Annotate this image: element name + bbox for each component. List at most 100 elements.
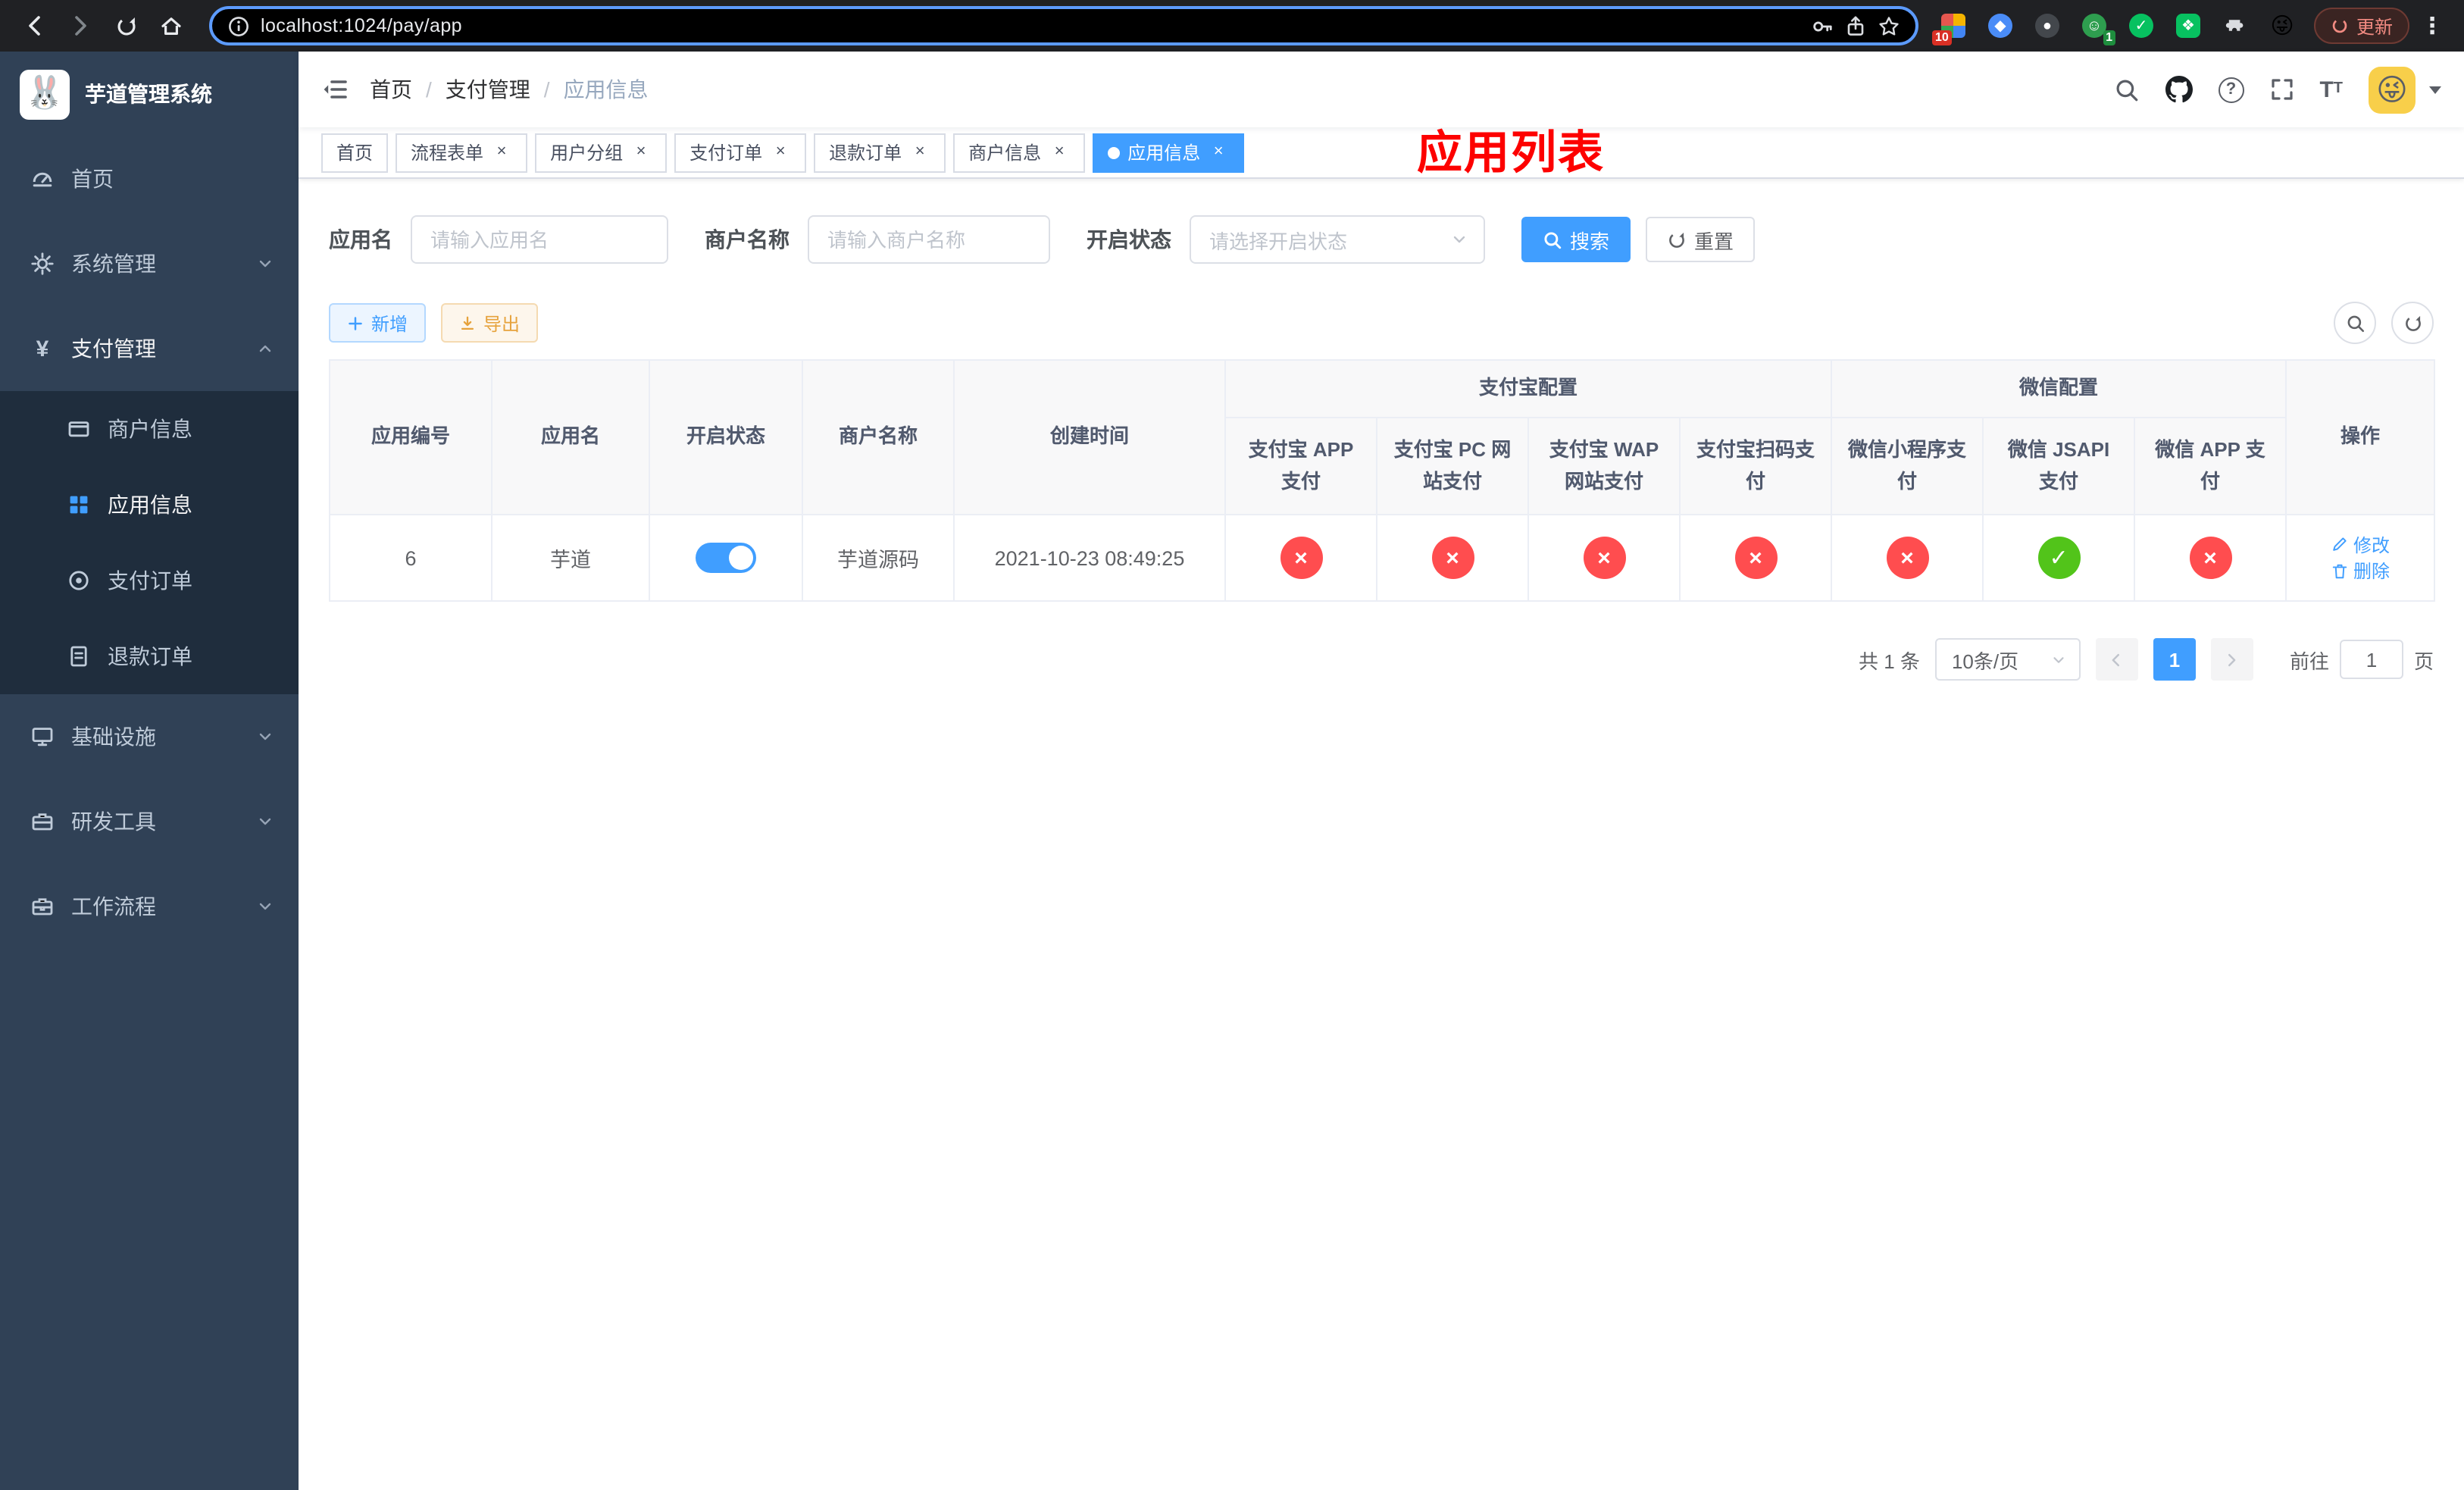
- close-icon[interactable]: ×: [1208, 142, 1229, 163]
- avatar-caret-icon[interactable]: [2429, 86, 2441, 93]
- browser-back-button[interactable]: [15, 6, 55, 45]
- cell-alipay-wap: ×: [1527, 514, 1681, 602]
- sidebar-item-label: 基础设施: [71, 725, 156, 749]
- extension-avatar-icon[interactable]: ☺ 1: [2078, 9, 2115, 45]
- col-header-merchant: 商户名称: [802, 359, 955, 515]
- sidebar-item-infra[interactable]: 基础设施: [0, 694, 299, 779]
- merchant-name-label: 商户名称: [705, 227, 790, 252]
- page-content: 应用名 商户名称 开启状态 请选择开启状态: [299, 179, 2464, 1490]
- toggle-search-button[interactable]: [2334, 302, 2376, 344]
- edit-link[interactable]: 修改: [2331, 531, 2390, 557]
- reset-button[interactable]: 重置: [1646, 217, 1756, 262]
- fullscreen-icon[interactable]: [2269, 77, 2294, 102]
- sidebar-item-payment[interactable]: ¥ 支付管理: [0, 306, 299, 391]
- tab-app-info[interactable]: 应用信息 ×: [1093, 133, 1245, 172]
- breadcrumb-separator: /: [543, 77, 550, 102]
- search-icon[interactable]: [2113, 77, 2139, 102]
- browser-update-button[interactable]: 更新: [2313, 8, 2409, 44]
- alipay-qr-status-icon: ×: [1734, 537, 1777, 579]
- browser-reload-button[interactable]: [106, 6, 145, 45]
- download-icon: [461, 315, 474, 330]
- cell-alipay-pc: ×: [1376, 514, 1529, 602]
- merchant-name-input[interactable]: [808, 215, 1050, 264]
- breadcrumb-home[interactable]: 首页: [370, 74, 412, 105]
- close-icon[interactable]: ×: [1049, 142, 1070, 163]
- tab-user-group[interactable]: 用户分组 ×: [535, 133, 668, 172]
- total-count: 共 1 条: [1859, 650, 1920, 672]
- password-key-icon[interactable]: [1811, 14, 1834, 37]
- extension-badge: 10: [1931, 30, 1952, 45]
- prev-page-button[interactable]: [2095, 638, 2138, 681]
- profile-avatar-icon[interactable]: 😜: [2265, 9, 2299, 42]
- sidebar-item-dev-tools[interactable]: 研发工具: [0, 779, 299, 864]
- collapse-sidebar-icon[interactable]: [321, 76, 349, 103]
- tab-home[interactable]: 首页: [321, 133, 389, 172]
- col-header-wechat-mini: 微信小程序支付: [1831, 417, 1984, 515]
- app-table: 应用编号 应用名 开启状态 商户名称 创建时间 支付宝配置 微信配置 操作 支付…: [329, 359, 2436, 602]
- sidebar-item-merchant-info[interactable]: 商户信息: [0, 391, 299, 467]
- url-text[interactable]: localhost:1024/pay/app: [261, 15, 1800, 36]
- breadcrumb-separator: /: [426, 77, 432, 102]
- tab-process-form[interactable]: 流程表单 ×: [396, 133, 528, 172]
- export-button[interactable]: 导出: [441, 303, 539, 343]
- breadcrumb-payment[interactable]: 支付管理: [446, 74, 530, 105]
- help-icon[interactable]: ?: [2218, 77, 2244, 102]
- browser-home-button[interactable]: [152, 6, 191, 45]
- close-icon[interactable]: ×: [630, 142, 652, 163]
- sidebar-item-home[interactable]: 首页: [0, 136, 299, 221]
- wechat-app-status-icon: ×: [2189, 537, 2232, 579]
- enabled-toggle[interactable]: [696, 543, 756, 573]
- tab-merchant-info[interactable]: 商户信息 ×: [953, 133, 1086, 172]
- goto-page-input[interactable]: [2339, 640, 2403, 679]
- add-button[interactable]: 新增: [329, 303, 427, 343]
- tab-refund-order[interactable]: 退款订单 ×: [814, 133, 946, 172]
- extension-blue-icon[interactable]: ◆: [1984, 9, 2017, 42]
- pagination: 共 1 条 10条/页 1 前往 页: [329, 638, 2434, 681]
- col-header-alipay-wap: 支付宝 WAP 网站支付: [1527, 417, 1681, 515]
- extensions-puzzle-icon[interactable]: [2219, 9, 2252, 42]
- sidebar-item-label: 支付管理: [71, 337, 156, 361]
- update-label: 更新: [2356, 16, 2393, 37]
- share-icon[interactable]: [1844, 14, 1867, 37]
- browser-forward-button[interactable]: [61, 6, 100, 45]
- next-page-button[interactable]: [2210, 638, 2253, 681]
- col-header-app-id: 应用编号: [329, 359, 492, 515]
- refresh-table-button[interactable]: [2391, 302, 2434, 344]
- page-size-select[interactable]: 10条/页: [1934, 638, 2081, 681]
- tab-label: 商户信息: [968, 142, 1042, 164]
- sidebar-item-workflow[interactable]: 工作流程: [0, 864, 299, 949]
- sidebar-item-refund-order[interactable]: 退款订单: [0, 618, 299, 694]
- chevron-up-icon: [256, 340, 274, 358]
- status-select[interactable]: 请选择开启状态: [1190, 215, 1485, 264]
- github-icon[interactable]: [2165, 76, 2193, 103]
- address-bar[interactable]: localhost:1024/pay/app: [209, 6, 1918, 45]
- close-icon[interactable]: ×: [909, 142, 930, 163]
- sidebar-item-label: 退款订单: [108, 644, 192, 668]
- sidebar-item-system[interactable]: 系统管理: [0, 221, 299, 306]
- sidebar-item-pay-order[interactable]: 支付订单: [0, 543, 299, 618]
- cell-alipay-app: ×: [1224, 514, 1377, 602]
- font-size-icon[interactable]: TT: [2319, 78, 2343, 101]
- col-header-created: 创建时间: [953, 359, 1226, 515]
- extension-wechat-icon[interactable]: ❖: [2172, 9, 2205, 42]
- site-info-icon[interactable]: [227, 14, 250, 37]
- app-name-label: 应用名: [329, 227, 392, 252]
- chevron-down-icon: [256, 897, 274, 916]
- close-icon[interactable]: ×: [770, 142, 791, 163]
- cell-alipay-qr: ×: [1678, 514, 1833, 602]
- app-name-input[interactable]: [411, 215, 668, 264]
- close-icon[interactable]: ×: [491, 142, 512, 163]
- sidebar-item-app-info[interactable]: 应用信息: [0, 467, 299, 543]
- extension-dark-icon[interactable]: ●: [2031, 9, 2064, 42]
- user-avatar[interactable]: 😜: [2369, 66, 2416, 113]
- sidebar-logo[interactable]: 🐰 芋道管理系统: [0, 52, 299, 136]
- page-number-button[interactable]: 1: [2153, 638, 2196, 681]
- delete-link[interactable]: 删除: [2331, 558, 2390, 584]
- chevron-down-icon: [1453, 236, 1465, 243]
- extension-blocker-icon[interactable]: 10: [1931, 9, 1970, 45]
- bookmark-star-icon[interactable]: [1878, 14, 1900, 37]
- tab-pay-order[interactable]: 支付订单 ×: [674, 133, 807, 172]
- extension-green-check-icon[interactable]: ✓: [2125, 9, 2158, 42]
- search-button[interactable]: 搜索: [1521, 217, 1631, 262]
- browser-menu-icon[interactable]: ⋮: [2416, 12, 2449, 39]
